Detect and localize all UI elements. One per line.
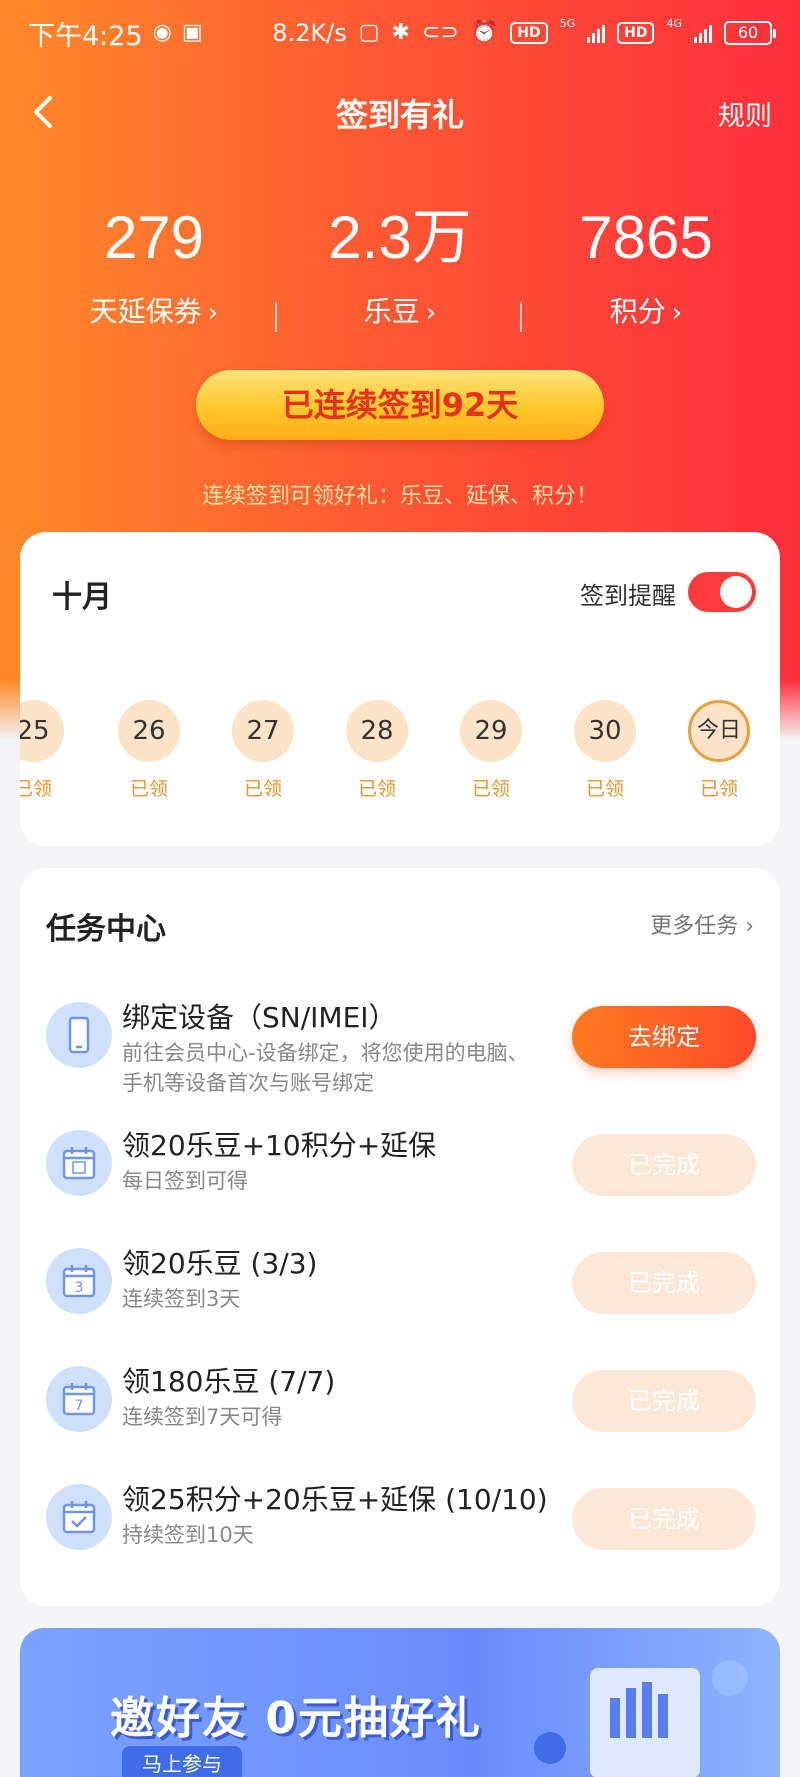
stat-points[interactable]: 7865 积分 › [516,196,776,330]
status-time: 下午4:25 [28,20,143,52]
phone-icon [46,1002,112,1068]
calendar-day[interactable]: 30 已领 [570,700,640,801]
task-done-button[interactable]: 已完成 [572,1370,756,1432]
battery-icon: 60 [724,21,776,45]
day-status: 已领 [357,778,396,800]
task-desc: 连续签到3天 [122,1287,241,1311]
streak-tip: 连续签到可领好礼：乐豆、延保、积分！ [201,484,598,509]
day-number: 26 [118,700,180,762]
calendar-7-icon: 7 [46,1366,112,1432]
task-title: 绑定设备（SN/IMEI） [122,1001,397,1034]
signal-icon [587,23,606,43]
task-center-card: 任务中心 更多任务 › 绑定设备（SN/IMEI） 前往会员中心-设备绑定，将您… [20,868,780,1606]
signal-icon-2 [694,23,712,43]
calendar-day[interactable]: 29 已领 [456,700,526,801]
nfc-icon: ▢ [358,20,380,45]
task-item: 7 领180乐豆 (7/7) 连续签到7天可得 已完成 [20,1350,780,1450]
day-number: 29 [460,700,522,762]
network-speed: 8.2K/s [272,19,347,47]
task-item: 绑定设备（SN/IMEI） 前往会员中心-设备绑定，将您使用的电脑、手机等设备首… [20,986,780,1095]
weibo-icon: ◉ [152,20,172,45]
stat-ledou[interactable]: 2.3万 乐豆 › [270,196,530,330]
task-item: 3 领20乐豆 (3/3) 连续签到3天 已完成 [20,1232,780,1332]
back-button[interactable] [22,90,66,134]
stat-value: 2.3万 [328,204,472,271]
day-number: 28 [346,700,408,762]
calendar-check-icon [46,1484,112,1550]
task-desc: 持续签到10天 [122,1523,254,1547]
calendar-day[interactable]: 25 已领 [20,700,68,801]
stat-divider [520,302,522,332]
day-status: 已领 [471,778,510,800]
calendar-day[interactable]: 27 已领 [228,700,298,801]
task-done-button[interactable]: 已完成 [572,1134,756,1196]
stat-divider [275,302,277,332]
svg-text:3: 3 [75,1280,84,1296]
banner-illustration [534,1660,748,1777]
chevron-right-icon: › [671,298,683,328]
network-type-5g: 5G [559,16,576,30]
task-item: 领20乐豆+10积分+延保 每日签到可得 已完成 [20,1114,780,1214]
toggle-knob [720,576,752,608]
bluetooth-icon: ✱ [391,20,410,45]
network-type-4g: 4G [666,16,682,30]
nav-bar: 签到有礼 规则 [0,76,800,150]
banner-title: 邀好友 0元抽好礼 [110,1693,482,1744]
svg-text:7: 7 [75,1398,84,1414]
reminder-label: 签到提醒 [580,582,676,610]
join-button[interactable]: 马上参与 [122,1746,242,1777]
calendar-sign-icon [46,1130,112,1196]
stat-value: 7865 [579,204,713,271]
invite-banner[interactable]: 邀好友 0元抽好礼 马上参与 [20,1628,780,1777]
toggle-icon: ⊂⊃ [421,20,459,45]
day-number: 25 [20,700,64,762]
day-status: 已领 [585,778,624,800]
page-title: 签到有礼 [335,96,464,134]
stat-label: 天延保券 [89,295,202,328]
rules-link[interactable]: 规则 [718,94,772,133]
day-status: 已领 [243,778,282,800]
hd-badge-2: HD [617,22,655,44]
day-status: 已领 [20,778,52,800]
app-notification-icon: ▣ [181,20,203,45]
task-center-title: 任务中心 [46,912,166,947]
alarm-icon: ⏰ [470,20,499,45]
chevron-right-icon: › [425,298,437,328]
streak-button[interactable]: 已连续签到92天 [196,370,604,440]
hd-badge: HD [510,22,548,44]
task-done-button[interactable]: 已完成 [572,1488,756,1550]
task-desc: 每日签到可得 [122,1169,248,1193]
task-item: 领25积分+20乐豆+延保 (10/10) 持续签到10天 已完成 [20,1468,780,1568]
chevron-right-icon: › [207,298,219,328]
stat-value: 279 [103,204,205,271]
calendar-day[interactable]: 28 已领 [342,700,412,801]
day-number: 27 [232,700,294,762]
status-bar: 下午4:25 ◉ ▣ 8.2K/s ▢ ✱ ⊂⊃ ⏰ HD 5G HD 4G 6… [0,0,800,66]
calendar-3-icon: 3 [46,1248,112,1314]
day-number: 今日 [688,700,750,762]
task-desc: 前往会员中心-设备绑定，将您使用的电脑、手机等设备首次与账号绑定 [122,1041,529,1095]
calendar-day-today[interactable]: 今日 已领 [684,700,754,801]
task-title: 领20乐豆+10积分+延保 [122,1129,437,1162]
stats-row: 279 天延保券 › 2.3万 乐豆 › 7865 积分 › [0,196,800,346]
day-status: 已领 [129,778,168,800]
task-done-button[interactable]: 已完成 [572,1252,756,1314]
bind-device-button[interactable]: 去绑定 [572,1006,756,1068]
calendar-month: 十月 [52,580,112,615]
day-status: 已领 [699,778,738,800]
more-tasks-link[interactable]: 更多任务 › [650,908,754,940]
stat-label: 积分 [609,295,666,328]
stat-warranty-coupons[interactable]: 279 天延保券 › [24,196,284,330]
task-desc: 连续签到7天可得 [122,1405,283,1429]
task-title: 领180乐豆 (7/7) [122,1365,336,1398]
task-title: 领25积分+20乐豆+延保 (10/10) [122,1483,548,1516]
calendar-day[interactable]: 26 已领 [114,700,184,801]
stat-label: 乐豆 [363,295,420,328]
checkin-calendar-card: 十月 签到提醒 25 已领 26 已领 27 已领 28 已领 29 已领 30… [20,532,780,846]
reminder-toggle[interactable] [688,572,756,612]
day-number: 30 [574,700,636,762]
task-title: 领20乐豆 (3/3) [122,1247,318,1280]
